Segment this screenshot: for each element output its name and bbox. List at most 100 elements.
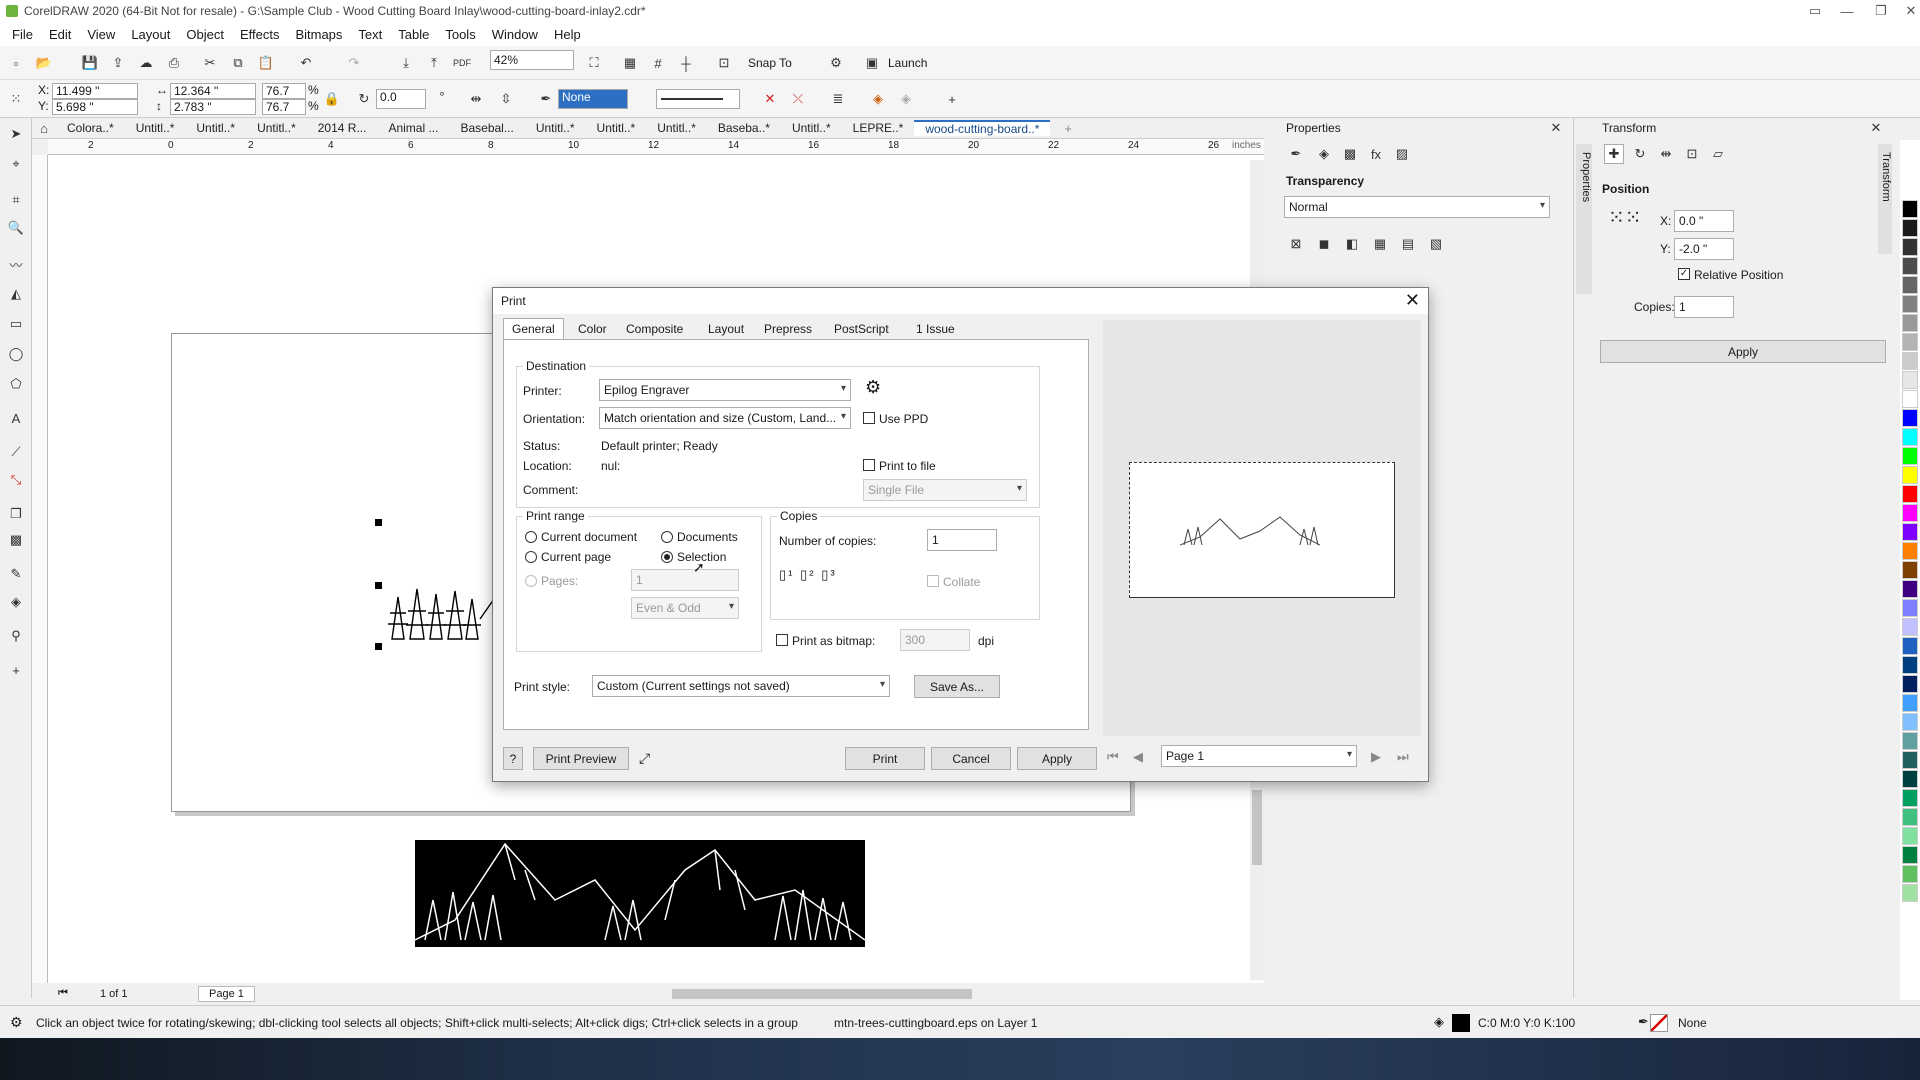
shape-tool-icon[interactable]: ⌖ — [6, 154, 26, 174]
palette-swatch[interactable] — [1902, 618, 1918, 636]
print-button[interactable]: Print — [845, 747, 925, 770]
zoom-level-select[interactable]: 42% — [490, 50, 574, 70]
palette-swatch[interactable] — [1902, 846, 1918, 864]
print-to-file-checkbox[interactable] — [863, 459, 875, 471]
tab-color[interactable]: Color — [569, 318, 616, 339]
interactive-fill-icon[interactable]: ◈ — [6, 592, 26, 612]
palette-swatch[interactable] — [1902, 276, 1918, 294]
transform-y-field[interactable]: -2.0 " — [1674, 238, 1734, 260]
palette-swatch[interactable] — [1902, 523, 1918, 541]
last-page-icon[interactable]: ⏭ — [1397, 749, 1409, 765]
doc-tab[interactable]: LEPRE..* — [842, 121, 915, 135]
vertical-ruler[interactable] — [32, 155, 48, 983]
snap-icon[interactable]: ⊡ — [714, 53, 734, 73]
engraving-artwork[interactable] — [415, 840, 865, 947]
doc-tab[interactable]: Baseba..* — [707, 121, 781, 135]
palette-swatch[interactable] — [1902, 675, 1918, 693]
settings-gear-icon[interactable]: ⚙ — [10, 1014, 23, 1031]
palette-swatch[interactable] — [1902, 732, 1918, 750]
doc-tab[interactable]: Untitl..* — [525, 121, 586, 135]
launch-dropdown[interactable]: Launch — [888, 56, 927, 70]
no-transparency-icon[interactable]: ⊠ — [1286, 234, 1306, 254]
freehand-tool-icon[interactable]: 〰 — [6, 254, 26, 274]
palette-swatch[interactable] — [1902, 808, 1918, 826]
height-field[interactable]: 2.783 " — [170, 99, 256, 115]
object-origin-icon[interactable]: ⁙ — [6, 89, 26, 109]
palette-swatch[interactable] — [1902, 200, 1918, 218]
first-page-icon[interactable]: ⏮ — [1107, 749, 1119, 765]
mirror-v-icon[interactable]: ⇳ — [496, 89, 516, 109]
palette-swatch[interactable] — [1902, 371, 1918, 389]
outline-prop-icon[interactable]: ✒ — [1286, 144, 1306, 164]
dialog-close-icon[interactable]: ✕ — [1405, 290, 1420, 311]
relative-position-checkbox[interactable]: ✓ — [1678, 268, 1690, 280]
palette-swatch[interactable] — [1902, 485, 1918, 503]
tab-prepress[interactable]: Prepress — [755, 318, 821, 339]
menu-view[interactable]: View — [79, 27, 123, 42]
palette-swatch[interactable] — [1902, 770, 1918, 788]
tab-layout[interactable]: Layout — [699, 318, 753, 339]
tab-composite[interactable]: Composite — [617, 318, 692, 339]
pages-radio[interactable] — [525, 575, 537, 587]
palette-swatch[interactable] — [1902, 409, 1918, 427]
rectangle-tool-icon[interactable]: ▭ — [6, 314, 26, 334]
menu-text[interactable]: Text — [350, 27, 390, 42]
palette-swatch[interactable] — [1902, 827, 1918, 845]
scale-y-field[interactable]: 76.7 — [262, 99, 306, 115]
fountain-transparency-icon[interactable]: ◧ — [1342, 234, 1362, 254]
menu-tools[interactable]: Tools — [437, 27, 483, 42]
menu-bitmaps[interactable]: Bitmaps — [287, 27, 350, 42]
y-position-field[interactable]: 5.698 " — [52, 99, 138, 115]
palette-swatch[interactable] — [1902, 656, 1918, 674]
palette-swatch[interactable] — [1902, 751, 1918, 769]
properties-close-icon[interactable]: ✕ — [1546, 118, 1566, 138]
anchor-grid-icon[interactable]: ⁙⁙ — [1608, 208, 1642, 244]
transparency-tool-icon[interactable]: ▩ — [6, 530, 26, 550]
print-as-bitmap-checkbox[interactable] — [776, 634, 788, 646]
doc-tab-active[interactable]: wood-cutting-board..* — [914, 120, 1051, 136]
merge-mode-select[interactable]: Normal — [1284, 196, 1550, 218]
pdf-icon[interactable]: PDF — [452, 53, 472, 73]
doc-tab[interactable]: Untitl..* — [781, 121, 842, 135]
eyedropper-tool-icon[interactable]: ✎ — [6, 564, 26, 584]
restore-small-icon[interactable]: ▭ — [1800, 0, 1830, 22]
polygon-tool-icon[interactable]: ⬠ — [6, 374, 26, 394]
maximize-button[interactable]: ❐ — [1866, 0, 1896, 22]
line-style-select[interactable] — [656, 89, 740, 109]
tab-general[interactable]: General — [503, 318, 564, 339]
snap-to-dropdown[interactable]: Snap To — [748, 56, 792, 70]
doc-tab[interactable]: Animal ... — [377, 121, 449, 135]
palette-swatch[interactable] — [1902, 580, 1918, 598]
palette-swatch[interactable] — [1902, 789, 1918, 807]
zoom-tool-icon[interactable]: 🔍 — [6, 218, 26, 238]
print-style-select[interactable]: Custom (Current settings not saved) — [592, 675, 890, 697]
order-front-icon[interactable]: ◈ — [868, 89, 888, 109]
print-icon[interactable]: ⎙ — [164, 53, 184, 73]
close-button[interactable]: ✕ — [1896, 0, 1920, 22]
full-screen-icon[interactable]: ⛶ — [584, 53, 604, 73]
print-preview-button[interactable]: Print Preview — [533, 747, 629, 770]
connector-tool-icon[interactable]: ⤡ — [6, 470, 26, 490]
palette-swatch[interactable] — [1902, 238, 1918, 256]
texture-transparency-icon[interactable]: ▧ — [1426, 234, 1446, 254]
new-tab-icon[interactable]: + — [1064, 121, 1072, 136]
menu-help[interactable]: Help — [546, 27, 589, 42]
palette-swatch[interactable] — [1902, 694, 1918, 712]
use-ppd-checkbox[interactable] — [863, 412, 875, 424]
cancel-button[interactable]: Cancel — [931, 747, 1011, 770]
palette-swatch[interactable] — [1902, 314, 1918, 332]
documents-radio[interactable] — [661, 531, 673, 543]
palette-swatch[interactable] — [1902, 219, 1918, 237]
doc-tab[interactable]: Untitl..* — [246, 121, 307, 135]
fill-prop-icon[interactable]: ◈ — [1314, 144, 1334, 164]
transparency-prop-icon[interactable]: ▩ — [1340, 144, 1360, 164]
first-page-button[interactable]: ⏮ — [58, 987, 68, 1000]
palette-swatch[interactable] — [1902, 713, 1918, 731]
minimize-button[interactable]: — — [1832, 0, 1862, 22]
shadow-tool-icon[interactable]: ❐ — [6, 504, 26, 524]
position-tab-icon[interactable]: ✚ — [1604, 144, 1624, 164]
palette-swatch[interactable] — [1902, 352, 1918, 370]
transform-copies-field[interactable]: 1 — [1674, 296, 1734, 318]
guidelines-icon[interactable]: ┼ — [676, 53, 696, 73]
bitmap-prop-icon[interactable]: ▨ — [1392, 144, 1412, 164]
